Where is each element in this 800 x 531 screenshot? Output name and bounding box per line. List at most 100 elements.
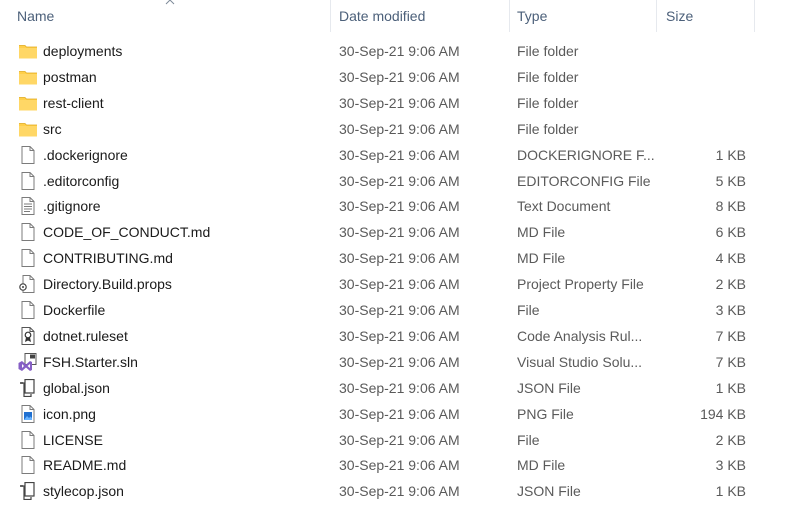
file-row[interactable]: .gitignore 30-Sep-21 9:06 AM Text Document… [0,193,800,219]
file-name: CODE_OF_CONDUCT.md [43,224,211,240]
file-type: MD File [517,457,566,473]
folder-icon [18,120,38,138]
file-date-modified: 30-Sep-21 9:06 AM [339,406,460,422]
file-row[interactable]: dotnet.ruleset 30-Sep-21 9:06 AM Code Anal… [0,323,800,349]
file-date-modified: 30-Sep-21 9:06 AM [339,250,460,266]
file-type: File folder [517,69,579,85]
file-date-modified: 30-Sep-21 9:06 AM [339,432,460,448]
file-size: 2 KB [715,276,746,292]
file-name: FSH.Starter.sln [43,354,138,370]
file-name: icon.png [43,406,96,422]
folder-icon [18,42,38,60]
file-type: File [517,432,540,448]
file-size: 3 KB [715,457,746,473]
file-name: rest-client [43,95,104,111]
solution-file-icon [18,353,38,371]
ruleset-file-icon [18,327,38,345]
file-size: 4 KB [715,250,746,266]
file-type: MD File [517,250,566,266]
file-type: EDITORCONFIG File [517,173,651,189]
file-row[interactable]: CODE_OF_CONDUCT.md 30-Sep-21 9:06 AM MD Fi… [0,219,800,245]
file-row[interactable]: global.json 30-Sep-21 9:06 AM JSON File 1 K… [0,375,800,401]
file-row[interactable]: icon.png 30-Sep-21 9:06 AM PNG File 194 KB [0,401,800,427]
file-name: .editorconfig [43,173,120,189]
blank-file-icon [18,301,38,319]
file-size: 1 KB [715,380,746,396]
file-type: JSON File [517,380,581,396]
file-row[interactable]: Directory.Build.props 30-Sep-21 9:06 AM Pr… [0,271,800,297]
file-name: CONTRIBUTING.md [43,250,173,266]
file-size: 6 KB [715,224,746,240]
file-name: dotnet.ruleset [43,328,128,344]
file-type: File folder [517,95,579,111]
file-date-modified: 30-Sep-21 9:06 AM [339,69,460,85]
file-size: 1 KB [715,483,746,499]
file-type: MD File [517,224,566,240]
file-name: README.md [43,457,127,473]
file-row[interactable]: LICENSE 30-Sep-21 9:06 AM File 2 KB [0,427,800,453]
file-row[interactable]: postman 30-Sep-21 9:06 AM File folder [0,64,800,90]
file-name: Directory.Build.props [43,276,172,292]
file-date-modified: 30-Sep-21 9:06 AM [339,302,460,318]
file-type: File [517,302,540,318]
file-row[interactable]: rest-client 30-Sep-21 9:06 AM File folder [0,90,800,116]
file-type: Project Property File [517,276,644,292]
file-type: Text Document [517,198,611,214]
file-explorer-list: Name Date modified Type Size deployments… [0,0,800,531]
file-name: deployments [43,43,123,59]
file-type: PNG File [517,406,574,422]
file-name: stylecop.json [43,483,124,499]
file-type: Visual Studio Solu... [517,354,643,370]
file-size: 3 KB [715,302,746,318]
file-size: 194 KB [700,406,746,422]
file-size: 5 KB [715,173,746,189]
file-name: .dockerignore [43,147,128,163]
file-row[interactable]: src 30-Sep-21 9:06 AM File folder [0,116,800,142]
file-size: 1 KB [715,147,746,163]
file-type: JSON File [517,483,581,499]
sort-ascending-icon [165,0,175,5]
file-date-modified: 30-Sep-21 9:06 AM [339,147,460,163]
file-date-modified: 30-Sep-21 9:06 AM [339,380,460,396]
file-row[interactable]: .editorconfig 30-Sep-21 9:06 AM EDITORCONF… [0,168,800,194]
file-size: 7 KB [715,354,746,370]
folder-icon [18,94,38,112]
file-date-modified: 30-Sep-21 9:06 AM [339,457,460,473]
file-row[interactable]: Dockerfile 30-Sep-21 9:06 AM File 3 KB [0,297,800,323]
json-file-icon [18,379,38,397]
file-date-modified: 30-Sep-21 9:06 AM [339,173,460,189]
file-name: Dockerfile [43,302,106,318]
blank-file-icon [18,172,38,190]
blank-file-icon [18,223,38,241]
image-file-icon [18,405,38,423]
column-divider[interactable] [754,0,755,32]
file-size: 2 KB [715,432,746,448]
blank-file-icon [18,431,38,449]
file-date-modified: 30-Sep-21 9:06 AM [339,43,460,59]
file-row[interactable]: .dockerignore 30-Sep-21 9:06 AM DOCKERIGNO… [0,142,800,168]
file-name: LICENSE [43,432,103,448]
column-header-size[interactable]: Size [657,0,755,32]
file-name: postman [43,69,97,85]
file-size: 7 KB [715,328,746,344]
file-date-modified: 30-Sep-21 9:06 AM [339,328,460,344]
file-row[interactable]: README.md 30-Sep-21 9:06 AM MD File 3 KB [0,452,800,478]
column-header-bar: Name Date modified Type Size [0,0,800,32]
file-date-modified: 30-Sep-21 9:06 AM [339,224,460,240]
column-header-date-modified[interactable]: Date modified [331,0,510,32]
file-row[interactable]: deployments 30-Sep-21 9:06 AM File folder [0,38,800,64]
file-type: DOCKERIGNORE F... [517,147,655,163]
folder-icon [18,68,38,86]
blank-file-icon [18,249,38,267]
file-date-modified: 30-Sep-21 9:06 AM [339,483,460,499]
file-name: .gitignore [43,198,101,214]
file-date-modified: 30-Sep-21 9:06 AM [339,354,460,370]
file-row[interactable]: stylecop.json 30-Sep-21 9:06 AM JSON File 1… [0,478,800,504]
file-row[interactable]: CONTRIBUTING.md 30-Sep-21 9:06 AM MD File 4… [0,245,800,271]
column-header-type[interactable]: Type [510,0,657,32]
file-date-modified: 30-Sep-21 9:06 AM [339,121,460,137]
file-row[interactable]: FSH.Starter.sln 30-Sep-21 9:06 AM Visual S… [0,349,800,375]
file-type: File folder [517,121,579,137]
blank-file-icon [18,146,38,164]
file-date-modified: 30-Sep-21 9:06 AM [339,276,460,292]
